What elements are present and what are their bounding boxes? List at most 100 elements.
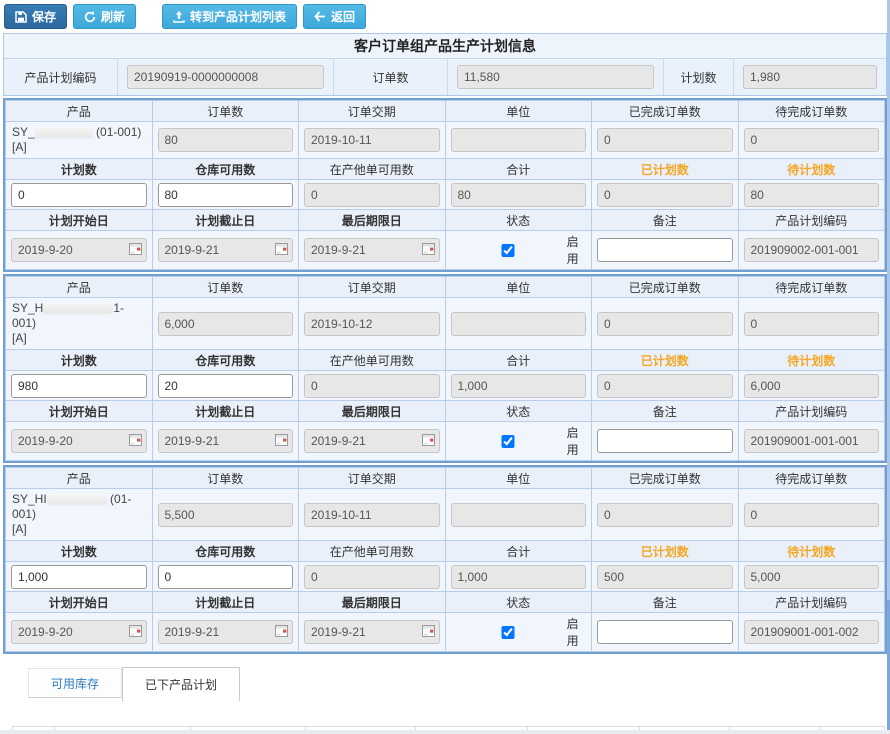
tab-placed-product-plans[interactable]: 已下产品计划: [122, 667, 240, 701]
remark-input[interactable]: [597, 238, 733, 262]
product-block-1: 产品 订单数 订单交期 单位 已完成订单数 待完成订单数 SY_ (01-001…: [3, 98, 887, 272]
start-date-picker[interactable]: 2019-9-20: [11, 620, 147, 644]
back-button[interactable]: 返回: [303, 4, 366, 29]
enabled-checkbox[interactable]: [455, 244, 561, 257]
planned-qty-field[interactable]: [597, 183, 733, 207]
total-field[interactable]: [451, 183, 587, 207]
deadline-date-picker[interactable]: 2019-9-21: [304, 238, 440, 262]
warehouse-avail-input[interactable]: [158, 374, 294, 398]
end-date-header: 计划截止日: [152, 210, 299, 231]
product-header: 产品: [6, 468, 153, 489]
delivery-date-field[interactable]: [304, 128, 440, 152]
product-tag: [A]: [12, 331, 27, 345]
delivery-date-field[interactable]: [304, 312, 440, 336]
enabled-checkbox[interactable]: [455, 626, 561, 639]
save-button[interactable]: 保存: [4, 4, 67, 29]
order-qty-field[interactable]: [158, 312, 294, 336]
calendar-icon[interactable]: [275, 434, 288, 449]
item-plan-code-field[interactable]: [744, 238, 880, 262]
calendar-icon[interactable]: [422, 434, 435, 449]
pending-orders-field[interactable]: [744, 312, 880, 336]
unit-header: 单位: [445, 277, 592, 298]
other-avail-header: 在产他单可用数: [299, 541, 446, 562]
product-tag: [A]: [12, 522, 27, 536]
unit-field[interactable]: [451, 503, 587, 527]
order-qty-label: 订单数: [333, 59, 447, 95]
tab-available-inventory[interactable]: 可用库存: [28, 668, 122, 698]
start-date-picker[interactable]: 2019-9-20: [11, 429, 147, 453]
other-avail-field[interactable]: [304, 374, 440, 398]
delivery-header: 订单交期: [299, 277, 446, 298]
total-header: 合计: [445, 159, 592, 180]
plan-qty-input[interactable]: [11, 374, 147, 398]
pending-orders-field[interactable]: [744, 128, 880, 152]
total-field[interactable]: [451, 374, 587, 398]
warehouse-avail-input[interactable]: [158, 565, 294, 589]
to-plan-qty-field[interactable]: [744, 374, 880, 398]
start-date-picker[interactable]: 2019-9-20: [11, 238, 147, 262]
plan-qty-cell: [733, 59, 886, 95]
pending-header: 待完成订单数: [738, 277, 885, 298]
end-date-value: 2019-9-21: [165, 625, 220, 639]
item-plan-code-field[interactable]: [744, 429, 880, 453]
unit-field[interactable]: [451, 312, 587, 336]
end-date-picker[interactable]: 2019-9-21: [158, 429, 294, 453]
plan-qty-input[interactable]: [11, 183, 147, 207]
other-avail-field[interactable]: [304, 183, 440, 207]
start-date-value: 2019-9-20: [18, 434, 73, 448]
plan-qty-input[interactable]: [11, 565, 147, 589]
order-qty-header: 订单数: [152, 277, 299, 298]
block1-header-row1: 产品 订单数 订单交期 单位 已完成订单数 待完成订单数: [6, 101, 885, 122]
refresh-button[interactable]: 刷新: [73, 4, 136, 29]
pending-orders-field[interactable]: [744, 503, 880, 527]
enabled-checkbox[interactable]: [455, 435, 561, 448]
total-field[interactable]: [451, 565, 587, 589]
calendar-icon[interactable]: [275, 625, 288, 640]
completed-orders-field[interactable]: [597, 128, 733, 152]
plan-qty-header: 计划数: [6, 350, 153, 371]
unit-field[interactable]: [451, 128, 587, 152]
order-qty-field[interactable]: [457, 65, 654, 89]
planned-qty-field[interactable]: [597, 565, 733, 589]
goto-plan-list-label: 转到产品计划列表: [190, 8, 286, 25]
plan-code-field[interactable]: [127, 65, 324, 89]
calendar-icon[interactable]: [129, 243, 142, 258]
order-qty-field[interactable]: [158, 503, 294, 527]
redacted-product-name: [43, 303, 113, 314]
calendar-icon[interactable]: [129, 434, 142, 449]
product-name-prefix: SY_H: [12, 301, 43, 315]
remark-input[interactable]: [597, 429, 733, 453]
order-qty-field[interactable]: [158, 128, 294, 152]
planned-qty-field[interactable]: [597, 374, 733, 398]
save-icon: [15, 11, 27, 23]
remark-input[interactable]: [597, 620, 733, 644]
delivery-date-field[interactable]: [304, 503, 440, 527]
deadline-date-value: 2019-9-21: [311, 243, 366, 257]
calendar-icon[interactable]: [275, 243, 288, 258]
completed-orders-field[interactable]: [597, 503, 733, 527]
plan-code-cell: [117, 59, 333, 95]
item-plan-code-field[interactable]: [744, 620, 880, 644]
completed-orders-field[interactable]: [597, 312, 733, 336]
calendar-icon[interactable]: [422, 243, 435, 258]
plan-qty-field[interactable]: [743, 65, 877, 89]
to-plan-qty-field[interactable]: [744, 183, 880, 207]
other-avail-field[interactable]: [304, 565, 440, 589]
end-date-picker[interactable]: 2019-9-21: [158, 238, 294, 262]
plan-code-header: 产品计划编码: [738, 401, 885, 422]
warehouse-avail-header: 仓库可用数: [152, 350, 299, 371]
goto-plan-list-button[interactable]: 转到产品计划列表: [162, 4, 297, 29]
status-header: 状态: [445, 401, 592, 422]
enabled-label: 启用: [567, 233, 586, 267]
product-tag: [A]: [12, 140, 27, 154]
end-date-picker[interactable]: 2019-9-21: [158, 620, 294, 644]
deadline-date-picker[interactable]: 2019-9-21: [304, 429, 440, 453]
calendar-icon[interactable]: [129, 625, 142, 640]
bottom-tabs: 可用库存 已下产品计划: [28, 664, 890, 698]
total-header: 合计: [445, 541, 592, 562]
warehouse-avail-input[interactable]: [158, 183, 294, 207]
plan-code-header: 产品计划编码: [738, 592, 885, 613]
deadline-date-picker[interactable]: 2019-9-21: [304, 620, 440, 644]
to-plan-qty-field[interactable]: [744, 565, 880, 589]
calendar-icon[interactable]: [422, 625, 435, 640]
